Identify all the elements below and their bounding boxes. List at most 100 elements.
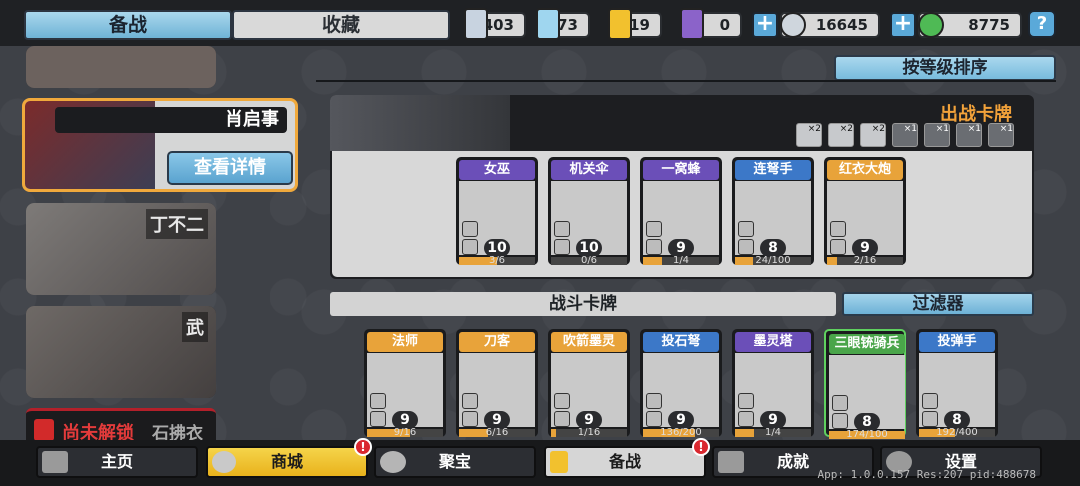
prep-alert-badge: ! [692,438,710,456]
card-name: 机关伞 [551,160,627,180]
silver-gem-icon [464,8,488,40]
nav-home[interactable]: 主页 [36,446,198,478]
unit-class-icon [922,411,938,427]
card-name: 女巫 [459,160,535,180]
progress-text: 0/6 [580,255,598,266]
card-progress: 192/400 [919,427,995,438]
card-progress: 136/200 [643,427,719,438]
card-progress: 6/16 [459,427,535,438]
hero-name: 丁不二 [146,209,208,239]
progress-text: 174/100 [846,429,888,440]
unit-card[interactable]: 三眼铳骑兵 8 174/100 [824,329,906,440]
tab-collection[interactable]: 收藏 [232,10,450,40]
card-name: 红衣大炮 [827,160,903,180]
sort-by-level-button[interactable]: 按等级排序 [834,55,1056,81]
unit-card[interactable]: 投弹手 8 192/400 [916,329,998,438]
crystal-icon [536,8,560,40]
progress-fill [827,257,837,265]
unit-type-icon [738,221,754,237]
card-name: 一窝蜂 [643,160,719,180]
unit-class-icon [462,411,478,427]
progress-fill [735,429,754,437]
card-progress: 2/16 [827,256,903,266]
hero-card-selected[interactable]: 肖启事 查看详情 [22,98,298,192]
unit-type-icon [830,221,846,237]
battle-cards-title: 战斗卡牌 [330,292,836,316]
help-button[interactable]: ? [1028,10,1056,38]
card-progress: 1/4 [735,427,811,438]
card-name: 连弩手 [735,160,811,180]
slot-icon: ×2 [860,123,886,147]
nav-prep[interactable]: 备战 [544,446,706,478]
unit-card[interactable]: 墨灵塔 9 1/4 [732,329,814,438]
view-details-button[interactable]: 查看详情 [167,151,293,185]
card-progress: 1/4 [643,255,719,266]
progress-text: 24/100 [755,255,791,266]
unit-card[interactable]: 机关伞 10 0/6 [548,157,630,266]
progress-fill [459,429,488,437]
progress-text: 192/400 [936,427,978,438]
slot-icon: ×1 [892,123,918,147]
nav-shop[interactable]: 商城 [206,446,368,478]
unit-type-icon [646,221,662,237]
filter-button[interactable]: 过滤器 [842,292,1034,316]
card-name: 墨灵塔 [735,332,811,352]
hero-card-3[interactable]: 武 [26,306,216,398]
unit-card[interactable]: 红衣大炮 9 2/16 [824,157,906,266]
hero-name: 武 [182,312,208,342]
add-jade-button[interactable]: + [890,12,916,38]
unit-type-icon [922,393,938,409]
purple-token-icon [680,8,704,40]
nav-label: 聚宝 [438,452,471,471]
nav-label: 商城 [270,452,303,471]
unit-class-icon [738,411,754,427]
unit-card[interactable]: 投石弩 9 136/200 [640,329,722,438]
shop-alert-badge: ! [354,438,372,456]
unit-type-icon [646,393,662,409]
progress-text: 1/4 [764,427,782,438]
divider [316,80,1056,82]
slot-icon: ×1 [956,123,982,147]
slot-icon: ×2 [796,123,822,147]
unit-card[interactable]: 吹箭墨灵 9 1/16 [548,329,630,438]
card-progress: 3/6 [459,255,535,266]
unit-class-icon [462,239,478,255]
progress-fill [735,257,754,265]
card-progress: 174/100 [829,429,905,440]
unit-card[interactable]: 女巫 10 3/6 [456,157,538,266]
unit-class-icon [738,239,754,255]
unit-type-icon [462,393,478,409]
hero-card-top[interactable] [26,46,216,88]
nav-treasure[interactable]: 聚宝 [374,446,536,478]
unit-class-icon [554,411,570,427]
unit-card[interactable]: 一窝蜂 9 1/4 [640,157,722,266]
unit-card[interactable]: 法师 9 9/16 [364,329,446,438]
card-progress: 9/16 [367,428,443,438]
add-silver-button[interactable]: + [752,12,778,38]
hero-card-2[interactable]: 丁不二 [26,203,216,295]
unit-type-icon [370,393,386,409]
green-coin-icon [918,12,944,38]
slot-icon: ×2 [828,123,854,147]
hero-banner [330,95,510,151]
card-progress: 1/16 [551,428,627,438]
card-progress: 24/100 [735,255,811,266]
progress-text: 1/4 [672,255,690,266]
hero-portrait [26,46,216,88]
card-progress: 0/6 [551,255,627,266]
unit-type-icon [462,221,478,237]
unit-card[interactable]: 刀客 9 6/16 [456,329,538,438]
unit-card[interactable]: 连弩手 8 24/100 [732,157,814,266]
progress-text: 3/6 [488,255,506,266]
card-name: 吹箭墨灵 [551,332,627,352]
unit-type-icon [738,393,754,409]
progress-text: 6/16 [485,427,509,438]
version-info: App: 1.0.0.157 Res:207 pid:488678 [817,468,1036,481]
unit-class-icon [646,411,662,427]
slot-icon: ×1 [924,123,950,147]
card-name: 法师 [367,332,443,352]
nav-label: 备战 [608,452,641,471]
gold-shield-icon [608,8,632,40]
tab-prep[interactable]: 备战 [24,10,232,40]
progress-text: 136/200 [660,427,702,438]
